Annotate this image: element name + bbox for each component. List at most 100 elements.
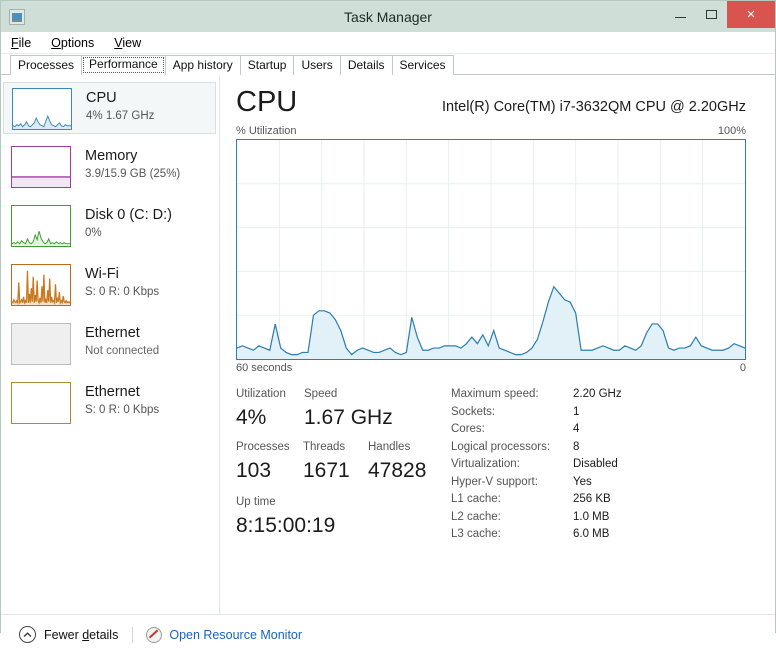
stat-value: 1671 bbox=[303, 459, 350, 482]
title-bar: Task Manager × bbox=[1, 1, 775, 32]
tab-details[interactable]: Details bbox=[339, 55, 393, 75]
tab-bar: Processes Performance App history Startu… bbox=[1, 54, 775, 75]
sidebar-item-ethernet-disconnected[interactable]: Ethernet Not connected bbox=[1, 318, 219, 370]
sidebar-item-sublabel: S: 0 R: 0 Kbps bbox=[85, 286, 160, 298]
wifi-thumbnail-graph bbox=[11, 264, 71, 306]
stat-uptime: Up time 8:15:00:19 bbox=[236, 494, 335, 540]
spec-value: 256 KB bbox=[573, 493, 611, 505]
stat-processes: Processes 103 bbox=[236, 439, 303, 485]
sidebar-item-label: Wi-Fi bbox=[85, 266, 119, 282]
spec-key: L1 cache: bbox=[451, 493, 501, 505]
sidebar-item-disk[interactable]: Disk 0 (C: D:) 0% bbox=[1, 200, 219, 252]
cpu-header: CPU Intel(R) Core(TM) i7-3632QM CPU @ 2.… bbox=[236, 85, 749, 119]
graph-y-axis-label: % Utilization bbox=[236, 125, 297, 137]
stat-threads: Threads 1671 bbox=[303, 439, 368, 485]
sidebar-item-sublabel: 4% 1.67 GHz bbox=[86, 110, 155, 122]
graph-y-axis-max: 100% bbox=[717, 125, 746, 137]
ethernet-thumbnail-graph bbox=[11, 382, 71, 424]
sidebar-item-sublabel: 0% bbox=[85, 227, 102, 239]
stat-label: Threads bbox=[303, 441, 346, 453]
sidebar-ethernet-disconnected-text: Ethernet Not connected bbox=[85, 323, 159, 359]
spec-key: Logical processors: bbox=[451, 440, 551, 453]
stat-label: Up time bbox=[236, 496, 276, 508]
sidebar-item-sublabel: S: 0 R: 0 Kbps bbox=[85, 404, 160, 416]
spec-key: Sockets: bbox=[451, 405, 496, 418]
cpu-thumbnail-graph bbox=[12, 88, 72, 130]
window-controls: × bbox=[665, 1, 775, 28]
tab-performance[interactable]: Performance bbox=[81, 55, 166, 75]
graph-time-end: 0 bbox=[739, 362, 746, 374]
sidebar-item-sublabel: Not connected bbox=[85, 345, 160, 357]
window-title: Task Manager bbox=[344, 8, 432, 25]
graph-time-start: 60 seconds bbox=[236, 362, 293, 374]
stat-value: 47828 bbox=[368, 459, 427, 482]
sidebar-item-label: Disk 0 (C: D:) bbox=[85, 207, 172, 223]
stat-value: 1.67 GHz bbox=[304, 406, 393, 429]
graph-axis-row: % Utilization 100% bbox=[236, 125, 749, 137]
chevron-up-icon[interactable] bbox=[19, 626, 36, 643]
menu-file[interactable]: File bbox=[11, 36, 31, 50]
tab-app-history[interactable]: App history bbox=[164, 55, 241, 75]
spec-value: 4 bbox=[573, 423, 580, 435]
stat-label: Processes bbox=[236, 441, 290, 453]
tab-startup[interactable]: Startup bbox=[239, 55, 295, 75]
cpu-graph-svg bbox=[237, 140, 745, 359]
sidebar-item-label: Ethernet bbox=[85, 384, 140, 400]
spec-key: Hyper-V support: bbox=[451, 475, 538, 488]
sidebar-item-memory[interactable]: Memory 3.9/15.9 GB (25%) bbox=[1, 141, 219, 193]
tab-processes[interactable]: Processes bbox=[10, 55, 83, 75]
stat-label: Handles bbox=[368, 441, 411, 453]
spec-value: Disabled bbox=[573, 458, 618, 470]
stat-handles: Handles 47828 bbox=[368, 439, 448, 485]
spec-key: L2 cache: bbox=[451, 510, 501, 523]
tab-users[interactable]: Users bbox=[293, 55, 341, 75]
stat-value: 103 bbox=[236, 459, 272, 482]
sidebar-item-cpu[interactable]: CPU 4% 1.67 GHz bbox=[3, 82, 216, 134]
spec-value: 1.0 MB bbox=[573, 510, 610, 523]
resource-sidebar: CPU 4% 1.67 GHz Memory 3.9/15.9 GB (25%) bbox=[1, 75, 220, 614]
minimize-button[interactable] bbox=[665, 1, 696, 28]
performance-detail-panel: CPU Intel(R) Core(TM) i7-3632QM CPU @ 2.… bbox=[220, 75, 775, 614]
spec-virtualization: Virtualization: Disabled bbox=[451, 456, 749, 474]
sidebar-item-sublabel: 3.9/15.9 GB (25%) bbox=[85, 168, 181, 180]
spec-l3-cache: L3 cache: 6.0 MB bbox=[451, 526, 749, 544]
spec-value: Yes bbox=[573, 475, 592, 488]
tab-services[interactable]: Services bbox=[391, 55, 454, 75]
spec-value: 6.0 MB bbox=[573, 528, 610, 540]
stat-speed: Speed 1.67 GHz bbox=[304, 386, 424, 432]
stats-row-2: Processes 103 Threads 1671 Handles 47828 bbox=[236, 439, 451, 485]
close-button[interactable]: × bbox=[727, 1, 775, 28]
sidebar-ethernet-text: Ethernet S: 0 R: 0 Kbps bbox=[85, 382, 159, 418]
sidebar-wifi-text: Wi-Fi S: 0 R: 0 Kbps bbox=[85, 264, 159, 300]
menu-bar: File Options View bbox=[1, 32, 775, 54]
sidebar-item-wifi[interactable]: Wi-Fi S: 0 R: 0 Kbps bbox=[1, 259, 219, 311]
cpu-specs-list: Maximum speed: 2.20 GHz Sockets: 1 Cores… bbox=[451, 386, 749, 544]
cpu-model-label: Intel(R) Core(TM) i7-3632QM CPU @ 2.20GH… bbox=[442, 99, 746, 115]
menu-view[interactable]: View bbox=[114, 36, 141, 50]
ethernet-disconnected-thumbnail bbox=[11, 323, 71, 365]
spec-key: Cores: bbox=[451, 423, 485, 435]
spec-value: 2.20 GHz bbox=[573, 388, 622, 400]
menu-options[interactable]: Options bbox=[51, 36, 94, 50]
spec-sockets: Sockets: 1 bbox=[451, 404, 749, 422]
stat-utilization: Utilization 4% bbox=[236, 386, 304, 432]
page-title: CPU bbox=[236, 86, 298, 118]
maximize-button[interactable] bbox=[696, 1, 727, 28]
content-area: CPU 4% 1.67 GHz Memory 3.9/15.9 GB (25%) bbox=[1, 75, 775, 614]
fewer-details-button[interactable]: Fewer details bbox=[44, 628, 118, 642]
stat-label: Speed bbox=[304, 388, 338, 400]
spec-value: 8 bbox=[573, 440, 580, 453]
spec-l1-cache: L1 cache: 256 KB bbox=[451, 491, 749, 509]
cpu-utilization-graph[interactable] bbox=[236, 139, 746, 360]
footer-separator bbox=[132, 626, 134, 643]
sidebar-item-label: Ethernet bbox=[85, 325, 140, 341]
task-manager-icon bbox=[9, 8, 25, 25]
stats-row-3: Up time 8:15:00:19 bbox=[236, 494, 451, 540]
open-resource-monitor-link[interactable]: Open Resource Monitor bbox=[169, 628, 302, 642]
status-bar: Fewer details Open Resource Monitor bbox=[1, 614, 775, 654]
graph-time-row: 60 seconds 0 bbox=[236, 362, 749, 374]
stat-label: Utilization bbox=[236, 388, 286, 400]
task-manager-window: Task Manager × File Options View Process… bbox=[0, 0, 776, 654]
spec-value: 1 bbox=[573, 405, 580, 418]
sidebar-item-ethernet[interactable]: Ethernet S: 0 R: 0 Kbps bbox=[1, 377, 219, 429]
